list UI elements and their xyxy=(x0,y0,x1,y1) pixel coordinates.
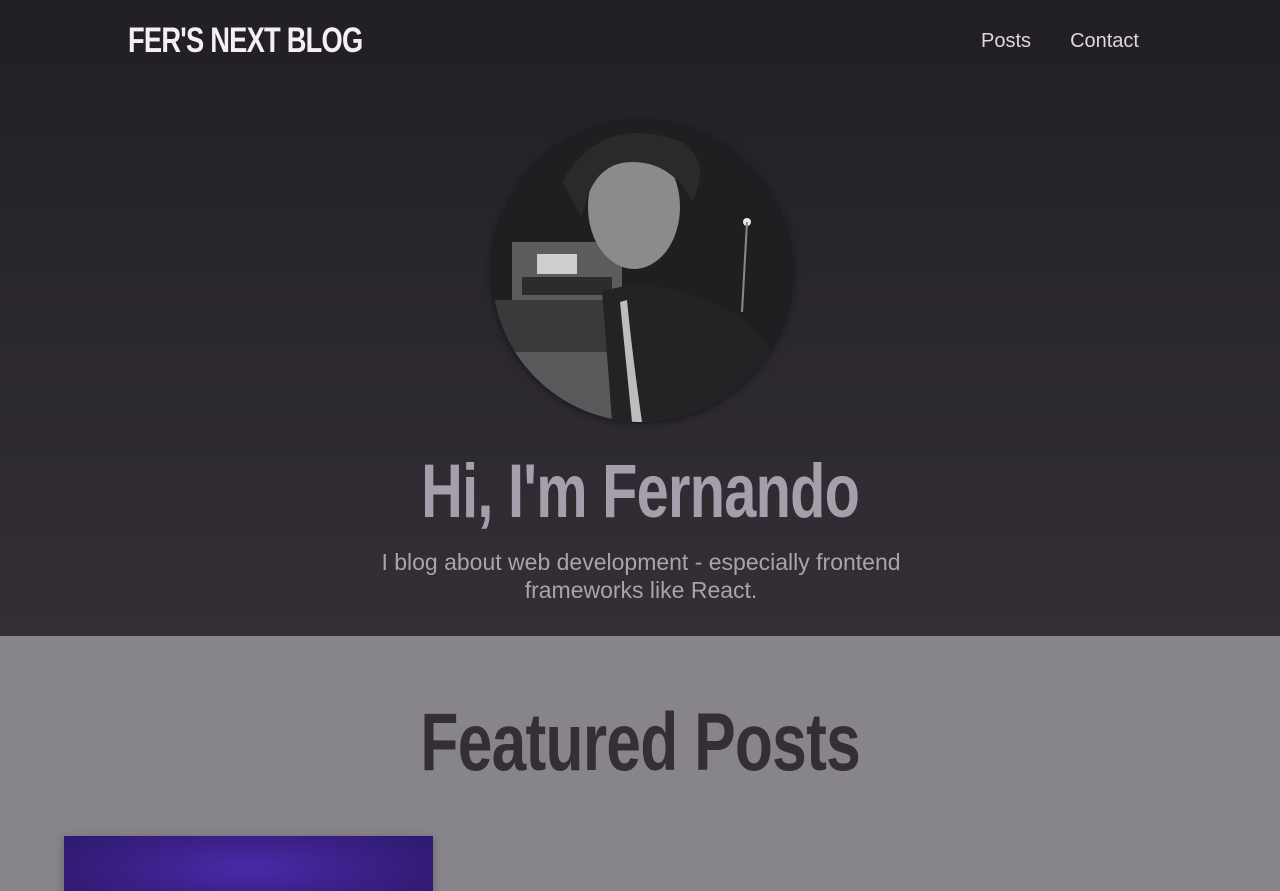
main-nav: Posts Contact xyxy=(981,30,1139,53)
hero-title: Hi, I'm Fernando xyxy=(0,448,1280,535)
avatar-photo xyxy=(492,122,792,422)
featured-posts-section: Featured Posts xyxy=(0,636,1280,891)
avatar xyxy=(492,122,792,422)
featured-posts-heading: Featured Posts xyxy=(0,696,1280,790)
nav-link-posts[interactable]: Posts xyxy=(981,30,1031,53)
navbar: FER'S NEXT BLOG Posts Contact xyxy=(0,0,1280,86)
featured-posts-heading-text: Featured Posts xyxy=(420,697,860,788)
hero-title-text: Hi, I'm Fernando xyxy=(420,449,860,534)
site-logo[interactable]: FER'S NEXT BLOG xyxy=(128,21,363,61)
hero-subtitle: I blog about web development - especiall… xyxy=(381,549,901,603)
nav-link-contact[interactable]: Contact xyxy=(1070,30,1139,53)
hero-section: FER'S NEXT BLOG Posts Contact Hi, I'm Fe… xyxy=(0,0,1280,636)
post-card-image[interactable] xyxy=(64,836,433,891)
